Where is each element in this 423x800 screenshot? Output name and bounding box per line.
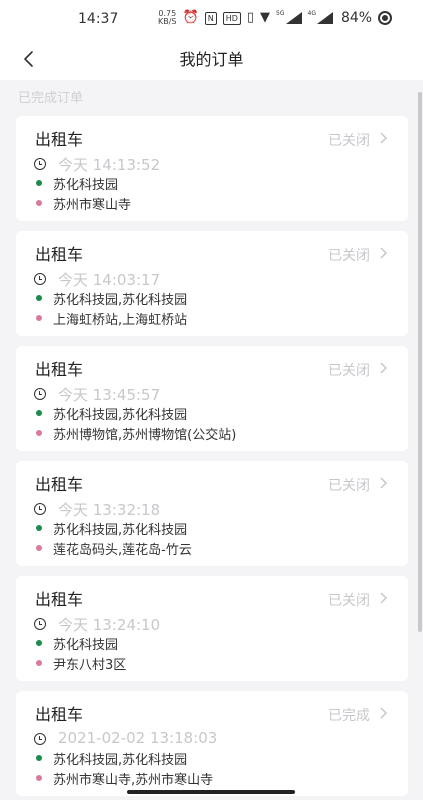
chevron-right-icon — [380, 707, 388, 719]
start-location: 苏化科技园 — [53, 638, 119, 653]
clock-icon — [34, 388, 46, 400]
order-type: 出租车 — [35, 245, 84, 264]
order-type: 出租车 — [35, 590, 84, 609]
start-dot-icon — [36, 640, 42, 646]
end-location: 苏州博物馆,苏州博物馆(公交站) — [53, 428, 237, 443]
order-card[interactable]: 出租车 已完成 2021-02-02 13:18:03 苏化科技园,苏化科技园 … — [16, 691, 408, 796]
signal-icon-2 — [316, 12, 333, 24]
order-status: 已完成 — [328, 708, 370, 724]
clock-icon — [34, 733, 46, 745]
battery-level: 84% — [340, 10, 373, 26]
status-icons: 0.75 KB/S ⏰ N HD ▯ ▼ 5G 4G 84% — [158, 9, 393, 26]
end-dot-icon — [36, 430, 42, 436]
clock-icon — [34, 158, 46, 170]
start-location: 苏化科技园,苏化科技园 — [53, 753, 188, 768]
end-dot-icon — [36, 545, 42, 551]
order-status: 已关闭 — [328, 363, 370, 379]
sim2-network-tag: 4G — [307, 9, 316, 17]
chevron-right-icon — [380, 592, 388, 604]
order-card[interactable]: 出租车 已关闭 今天 13:45:57 苏化科技园,苏化科技园 苏州博物馆,苏州… — [16, 346, 408, 451]
status-bar: 14:37 0.75 KB/S ⏰ N HD ▯ ▼ 5G 4G 84% — [0, 0, 423, 38]
section-label: 已完成订单 — [18, 91, 84, 106]
chevron-right-icon — [380, 132, 388, 144]
sim1-network-tag: 5G — [276, 9, 285, 17]
order-time: 今天 14:03:17 — [58, 271, 161, 289]
order-time: 今天 13:32:18 — [58, 501, 161, 519]
chevron-right-icon — [380, 247, 388, 259]
start-dot-icon — [36, 755, 42, 761]
end-location: 莲花岛码头,莲花岛-竹云 — [53, 543, 192, 558]
order-type: 出租车 — [35, 705, 84, 724]
signal-icon — [285, 12, 302, 24]
end-location: 苏州市寒山寺 — [53, 198, 132, 213]
order-status: 已关闭 — [328, 248, 370, 264]
page-title: 我的订单 — [179, 50, 244, 69]
order-type: 出租车 — [35, 475, 84, 494]
order-card[interactable]: 出租车 已关闭 今天 14:03:17 苏化科技园,苏化科技园 上海虹桥站,上海… — [16, 231, 408, 336]
chevron-right-icon — [380, 477, 388, 489]
order-type: 出租车 — [35, 130, 84, 149]
end-dot-icon — [36, 775, 42, 781]
start-dot-icon — [36, 410, 42, 416]
network-speed: 0.75 KB/S — [158, 9, 177, 26]
order-card[interactable]: 出租车 已关闭 今天 13:32:18 苏化科技园,苏化科技园 莲花岛码头,莲花… — [16, 461, 408, 566]
chevron-right-icon — [380, 362, 388, 374]
clock-icon — [34, 503, 46, 515]
start-location: 苏化科技园,苏化科技园 — [53, 293, 188, 308]
alarm-icon: ⏰ — [182, 10, 199, 25]
order-time: 今天 14:13:52 — [58, 156, 161, 174]
hd-icon: HD — [222, 11, 241, 25]
order-card[interactable]: 出租车 已关闭 今天 13:24:10 苏化科技园 尹东八村3区 — [16, 576, 408, 681]
end-location: 尹东八村3区 — [53, 658, 127, 673]
clock-icon — [34, 618, 46, 630]
start-location: 苏化科技园 — [53, 178, 119, 193]
scrollbar[interactable] — [418, 92, 422, 632]
home-indicator[interactable] — [127, 790, 295, 794]
nav-bar: 我的订单 — [0, 38, 423, 80]
end-location: 上海虹桥站,上海虹桥站 — [53, 313, 188, 328]
end-dot-icon — [36, 660, 42, 666]
order-time: 今天 13:45:57 — [58, 386, 161, 404]
focus-mode-icon — [378, 11, 393, 25]
status-time: 14:37 — [78, 11, 119, 27]
start-dot-icon — [36, 295, 42, 301]
start-dot-icon — [36, 525, 42, 531]
start-location: 苏化科技园,苏化科技园 — [53, 408, 188, 423]
order-time: 今天 13:24:10 — [58, 616, 161, 634]
order-card[interactable]: 出租车 已关闭 今天 14:13:52 苏化科技园 苏州市寒山寺 — [16, 116, 408, 221]
clock-icon — [34, 273, 46, 285]
end-dot-icon — [36, 315, 42, 321]
order-type: 出租车 — [35, 360, 84, 379]
order-status: 已关闭 — [328, 478, 370, 494]
start-location: 苏化科技园,苏化科技园 — [53, 523, 188, 538]
end-location: 苏州市寒山寺,苏州市寒山寺 — [53, 773, 214, 788]
wifi-icon: ▼ — [260, 10, 271, 25]
order-status: 已关闭 — [328, 133, 370, 149]
nfc-icon: N — [204, 11, 217, 25]
vibrate-icon: ▯ — [246, 10, 255, 25]
end-dot-icon — [36, 200, 42, 206]
order-status: 已关闭 — [328, 593, 370, 609]
order-time: 2021-02-02 13:18:03 — [58, 729, 218, 747]
start-dot-icon — [36, 180, 42, 186]
